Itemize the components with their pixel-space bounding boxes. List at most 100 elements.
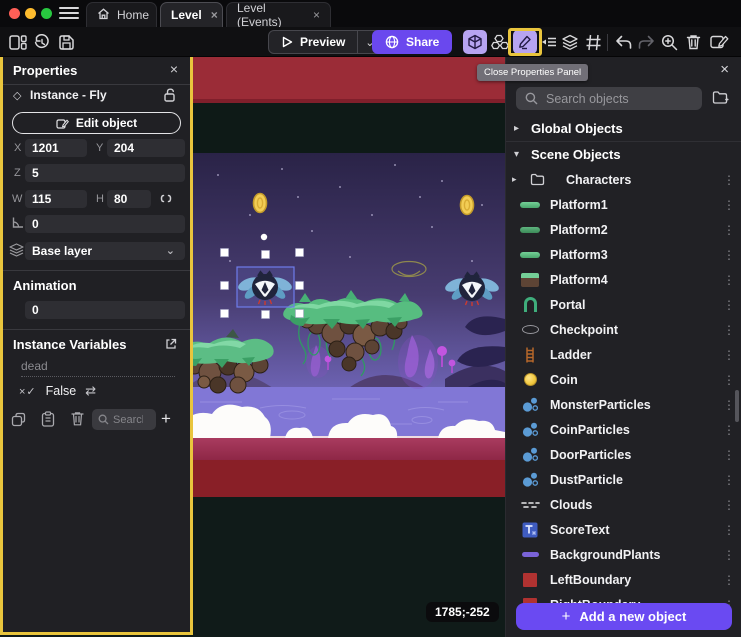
layer-select[interactable]: Base layer ⌄ xyxy=(25,242,185,260)
object-row-characters[interactable]: ▸ Characters ⋮ xyxy=(506,167,741,192)
chevron-down-icon: ⌄ xyxy=(166,244,175,257)
particles-thumbnail xyxy=(519,471,541,489)
open-in-new-icon[interactable] xyxy=(165,338,177,350)
add-object-button[interactable]: + Add a new object xyxy=(516,603,732,630)
scene-canvas[interactable]: 1785;-252 xyxy=(190,57,505,637)
paste-icon[interactable] xyxy=(41,411,55,427)
copy-icon[interactable] xyxy=(11,412,26,427)
main-menu-icon[interactable] xyxy=(59,7,79,20)
object-row-backgroundplants[interactable]: BackgroundPlants ⋮ xyxy=(506,542,741,567)
preview-button[interactable]: Preview ⌄ xyxy=(268,30,382,54)
kebab-menu-icon[interactable]: ⋮ xyxy=(723,448,735,462)
platform-thumbnail xyxy=(519,221,541,239)
group-global-objects[interactable]: ▸ Global Objects xyxy=(514,121,623,136)
kebab-menu-icon[interactable]: ⋮ xyxy=(723,323,735,337)
object-row-coin[interactable]: Coin ⋮ xyxy=(506,367,741,392)
tab-close-icon[interactable]: × xyxy=(313,8,320,22)
tab-home[interactable]: Home xyxy=(86,2,157,27)
kebab-menu-icon[interactable]: ⋮ xyxy=(723,473,735,487)
window-minimize-button[interactable] xyxy=(25,8,36,19)
kebab-menu-icon[interactable]: ⋮ xyxy=(723,173,735,187)
object-row-coinparticles[interactable]: CoinParticles ⋮ xyxy=(506,417,741,442)
scrollbar-thumb[interactable] xyxy=(735,390,739,422)
kebab-menu-icon[interactable]: ⋮ xyxy=(723,223,735,237)
kebab-menu-icon[interactable]: ⋮ xyxy=(723,573,735,587)
tab-level-events[interactable]: Level (Events) × xyxy=(226,2,331,27)
variable-name[interactable]: dead xyxy=(21,359,175,377)
divider xyxy=(3,270,190,271)
tab-label: Level (Events) xyxy=(237,1,304,29)
variable-value-row[interactable]: ×✓ False ⇄ xyxy=(19,383,96,399)
kebab-menu-icon[interactable]: ⋮ xyxy=(723,348,735,362)
object-row-clouds[interactable]: Clouds ⋮ xyxy=(506,492,741,517)
view-3d-icon[interactable] xyxy=(463,30,487,54)
variables-search-input[interactable] xyxy=(113,414,143,426)
edit-pencil-icon[interactable] xyxy=(513,30,537,54)
close-icon[interactable]: × xyxy=(170,61,178,77)
add-variable-button[interactable]: + xyxy=(161,409,171,429)
coin-thumbnail xyxy=(519,371,541,389)
new-folder-icon[interactable] xyxy=(712,90,729,105)
kebab-menu-icon[interactable]: ⋮ xyxy=(723,248,735,262)
edit-object-button[interactable]: Edit object xyxy=(12,112,181,134)
trash-icon[interactable] xyxy=(71,411,84,426)
caret-right-icon: ▸ xyxy=(514,123,522,134)
search-icon xyxy=(525,92,538,105)
object-row-ladder[interactable]: Ladder ⋮ xyxy=(506,342,741,367)
object-row-doorparticles[interactable]: DoorParticles ⋮ xyxy=(506,442,741,467)
objects-search[interactable] xyxy=(516,87,702,110)
object-row-checkpoint[interactable]: Checkpoint ⋮ xyxy=(506,317,741,342)
object-row-dustparticle[interactable]: DustParticle ⋮ xyxy=(506,467,741,492)
save-icon[interactable] xyxy=(54,30,78,54)
instances-list-icon[interactable] xyxy=(540,30,558,54)
tab-close-icon[interactable]: × xyxy=(211,8,218,22)
window-close-button[interactable] xyxy=(9,8,20,19)
zoom-in-icon[interactable] xyxy=(657,30,681,54)
object-row-scoretext[interactable]: ScoreText ⋮ xyxy=(506,517,741,542)
grid-icon[interactable] xyxy=(581,30,605,54)
kebab-menu-icon[interactable]: ⋮ xyxy=(723,548,735,562)
share-button[interactable]: Share xyxy=(372,30,452,54)
animation-field[interactable]: 0 xyxy=(25,301,185,319)
group-scene-objects[interactable]: ▾ Scene Objects xyxy=(514,147,621,162)
close-icon[interactable]: × xyxy=(720,61,729,78)
layers-icon[interactable] xyxy=(558,30,582,54)
kebab-menu-icon[interactable]: ⋮ xyxy=(723,498,735,512)
width-field[interactable]: 115 xyxy=(25,190,87,208)
kebab-menu-icon[interactable]: ⋮ xyxy=(723,373,735,387)
history-icon[interactable] xyxy=(30,30,54,54)
undo-icon[interactable] xyxy=(611,30,635,54)
object-row-platform3[interactable]: Platform3 ⋮ xyxy=(506,242,741,267)
kebab-menu-icon[interactable]: ⋮ xyxy=(723,398,735,412)
swap-value-icon[interactable]: ⇄ xyxy=(85,383,96,399)
x-field[interactable]: 1201 xyxy=(25,139,87,157)
object-groups-icon[interactable] xyxy=(488,30,512,54)
object-row-leftboundary[interactable]: LeftBoundary ⋮ xyxy=(506,567,741,592)
object-row-platform4[interactable]: Platform4 ⋮ xyxy=(506,267,741,292)
kebab-menu-icon[interactable]: ⋮ xyxy=(723,273,735,287)
height-field[interactable]: 80 xyxy=(107,190,151,208)
object-row-portal[interactable]: Portal ⋮ xyxy=(506,292,741,317)
kebab-menu-icon[interactable]: ⋮ xyxy=(723,298,735,312)
kebab-menu-icon[interactable]: ⋮ xyxy=(723,523,735,537)
aspect-ratio-link-icon[interactable] xyxy=(160,191,172,206)
kebab-menu-icon[interactable]: ⋮ xyxy=(723,198,735,212)
object-row-monsterparticles[interactable]: MonsterParticles ⋮ xyxy=(506,392,741,417)
unlock-icon[interactable] xyxy=(163,88,176,102)
angle-field[interactable]: 0 xyxy=(25,215,185,233)
redo-icon[interactable] xyxy=(634,30,658,54)
panels-layout-icon[interactable] xyxy=(6,30,30,54)
scene-properties-icon[interactable] xyxy=(707,30,731,54)
z-field[interactable]: 5 xyxy=(25,164,185,182)
variables-search[interactable] xyxy=(92,409,156,430)
tab-level[interactable]: Level × xyxy=(160,2,223,27)
window-zoom-button[interactable] xyxy=(41,8,52,19)
delete-icon[interactable] xyxy=(681,30,705,54)
object-row-platform1[interactable]: Platform1 ⋮ xyxy=(506,192,741,217)
kebab-menu-icon[interactable]: ⋮ xyxy=(723,423,735,437)
objects-search-input[interactable] xyxy=(546,92,693,106)
y-field[interactable]: 204 xyxy=(107,139,185,157)
object-row-platform2[interactable]: Platform2 ⋮ xyxy=(506,217,741,242)
edit-object-icon xyxy=(56,117,69,130)
z-label: Z xyxy=(14,167,21,179)
